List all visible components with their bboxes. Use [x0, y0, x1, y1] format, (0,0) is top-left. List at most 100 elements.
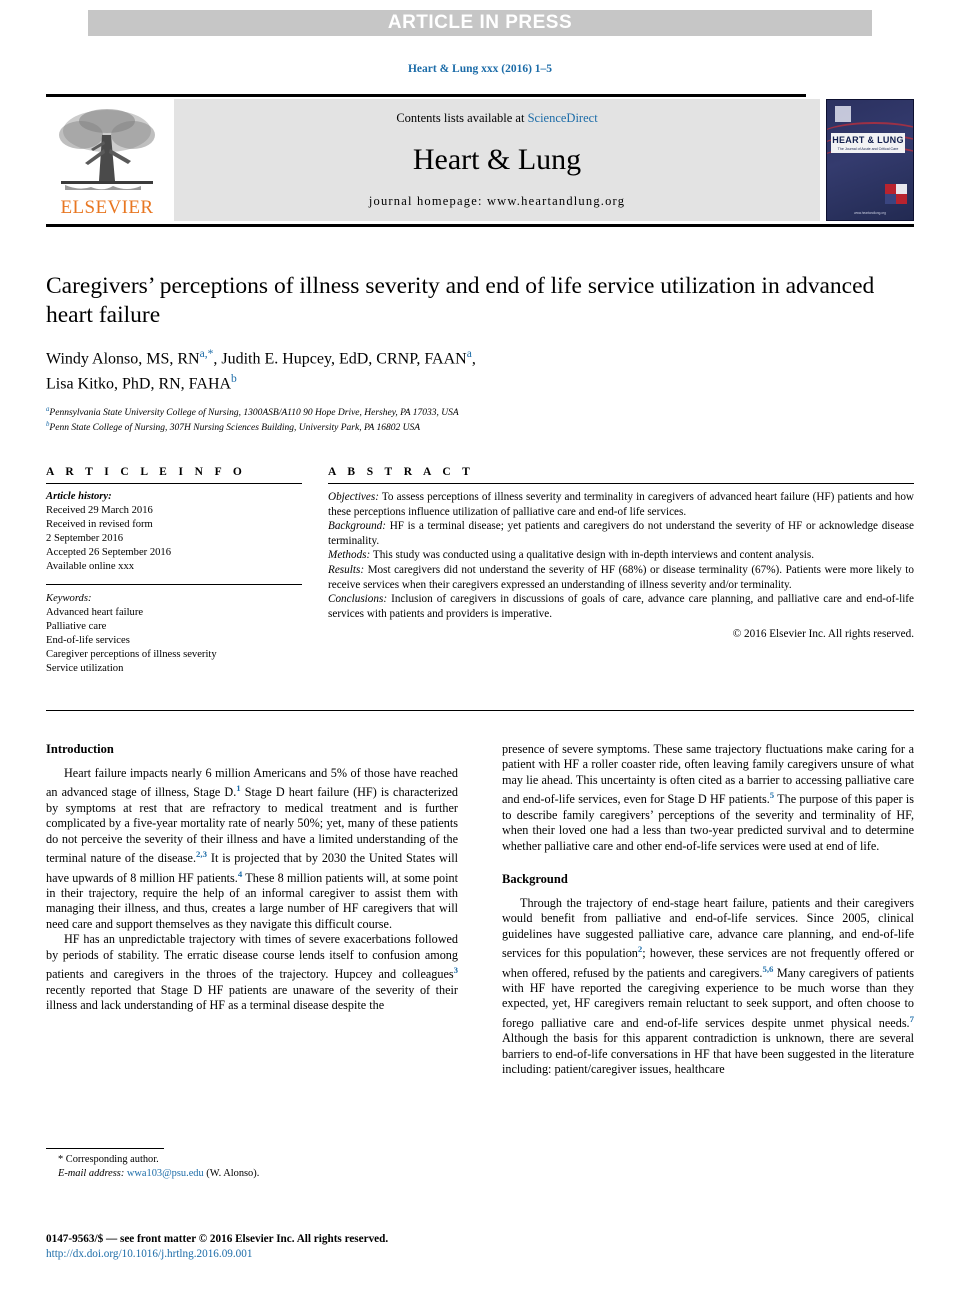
section-heading-background: Background — [502, 871, 568, 886]
abstract-section: Methods: This study was conducted using … — [328, 549, 814, 561]
footnote-rule — [46, 1148, 164, 1149]
author-3: Lisa Kitko, PhD, RN, FAHA — [46, 375, 232, 393]
elsevier-logo: ELSEVIER — [46, 99, 168, 221]
cover-subtitle-text: The Journal of Acute and Critical Care — [837, 147, 899, 151]
abstract-label-objectives: Objectives: — [328, 491, 379, 503]
abstract-body: Objectives: To assess perceptions of ill… — [328, 490, 914, 621]
page-footer: 0147-9563/$ — see front matter © 2016 El… — [46, 1232, 606, 1262]
author-2: , Judith E. Hupcey, EdD, CRNP, FAAN — [213, 350, 467, 368]
paragraph-intro-continued: presence of severe symptoms. These same … — [502, 742, 914, 854]
abstract-text-methods: This study was conducted using a qualita… — [370, 549, 815, 562]
history-item: Available online xxx — [46, 561, 135, 572]
email-link[interactable]: wwa103@psu.edu — [127, 1168, 204, 1179]
abstract-text-conclusions: Inclusion of caregivers in discussions o… — [328, 593, 914, 620]
section-heading-introduction: Introduction — [46, 742, 114, 756]
citation-ref-2-3[interactable]: 2,3 — [196, 849, 207, 859]
abstract-section: Conclusions: Inclusion of caregivers in … — [328, 593, 914, 620]
keyword-item: Service utilization — [46, 663, 124, 674]
keywords-block: Keywords: Advanced heart failure Palliat… — [46, 592, 302, 676]
email-label: E-mail address: — [58, 1167, 125, 1179]
body-columns: Introduction Heart failure impacts nearl… — [46, 742, 914, 1078]
abstract-label-background: Background: — [328, 520, 386, 533]
doi-link[interactable]: http://dx.doi.org/10.1016/j.hrtlng.2016.… — [46, 1247, 606, 1262]
corresponding-author-line: * Corresponding author. — [58, 1154, 159, 1165]
paragraph-intro-2: HF has an unpredictable trajectory with … — [46, 932, 458, 1013]
citation-ref-7[interactable]: 7 — [910, 1014, 914, 1024]
cover-title-banner: HEART & LUNG The Journal of Acute and Cr… — [831, 133, 905, 153]
journal-band: Contents lists available at ScienceDirec… — [174, 99, 820, 221]
elsevier-wordmark: ELSEVIER — [60, 197, 154, 218]
cover-swatch-block — [885, 184, 907, 204]
keywords-rule — [46, 584, 302, 585]
abstract-bottom-rule — [46, 710, 914, 711]
column-gap — [302, 466, 328, 676]
abstract-section: Background: HF is a terminal disease; ye… — [328, 520, 914, 547]
abstract-heading: A B S T R A C T — [328, 466, 475, 478]
abstract-text-objectives: To assess perceptions of illness severit… — [328, 491, 914, 518]
email-owner: (W. Alonso). — [203, 1167, 260, 1179]
contents-lists-prefix: Contents lists available at — [396, 111, 528, 125]
citation-ref-5-6[interactable]: 5,6 — [762, 964, 773, 974]
history-item: Received in revised form — [46, 519, 153, 530]
history-item: Accepted 26 September 2016 — [46, 547, 172, 558]
abstract-rule — [328, 483, 914, 484]
masthead-top-rule — [46, 94, 806, 97]
article-history-label: Article history: — [46, 491, 112, 502]
abstract-text-background: HF is a terminal disease; yet patients a… — [328, 520, 914, 547]
article-in-press-banner: ARTICLE IN PRESS — [88, 10, 872, 36]
keyword-item: Advanced heart failure — [46, 607, 144, 618]
body-column-left: Introduction Heart failure impacts nearl… — [46, 742, 458, 1078]
cover-url-text: www.heartandlung.org — [854, 211, 886, 215]
masthead-bottom-rule — [46, 224, 914, 227]
cover-title-text: HEART & LUNG — [832, 135, 904, 145]
journal-title: Heart & Lung — [412, 143, 582, 176]
affiliation-b-text: Penn State College of Nursing, 307H Nurs… — [49, 423, 421, 434]
history-item: Received 29 March 2016 — [46, 505, 153, 516]
title-block: Caregivers’ perceptions of illness sever… — [46, 272, 914, 435]
affiliation-b: bPenn State College of Nursing, 307H Nur… — [46, 419, 914, 435]
author-separator: , — [471, 350, 476, 368]
abstract-label-methods: Methods: — [328, 549, 371, 562]
abstract-label-conclusions: Conclusions: — [328, 593, 388, 606]
info-abstract-region: A R T I C L E I N F O Article history: R… — [46, 466, 914, 676]
article-history-block: Article history: Received 29 March 2016 … — [46, 490, 302, 574]
cover-elsevier-mark-icon — [835, 106, 851, 122]
body-column-right: presence of severe symptoms. These same … — [502, 742, 914, 1078]
intro-p2-text-b: recently reported that Stage D HF patien… — [46, 982, 458, 1012]
abstract-section: Results: Most caregivers did not underst… — [328, 564, 914, 591]
keywords-label: Keywords: — [46, 593, 92, 604]
article-info-heading: A R T I C L E I N F O — [46, 466, 247, 478]
page-title: Caregivers’ perceptions of illness sever… — [46, 273, 875, 328]
contents-lists-line: Contents lists available at ScienceDirec… — [396, 111, 597, 126]
bg-p1-text-d: Although the basis for this apparent con… — [502, 1031, 914, 1077]
issn-copyright-line: 0147-9563/$ — see front matter © 2016 El… — [46, 1233, 389, 1245]
email-line: E-mail address: wwa103@psu.edu (W. Alons… — [46, 1167, 458, 1181]
journal-masthead: ELSEVIER Contents lists available at Sci… — [46, 94, 914, 227]
author-3-affiliation-marker[interactable]: b — [231, 373, 237, 385]
affiliations: aPennsylvania State University College o… — [46, 404, 914, 435]
keyword-item: Palliative care — [46, 621, 107, 632]
journal-homepage-link[interactable]: journal homepage: www.heartandlung.org — [369, 194, 625, 209]
keyword-item: Caregiver perceptions of illness severit… — [46, 649, 217, 660]
author-1: Windy Alonso, MS, RN — [46, 350, 200, 368]
elsevier-tree-icon — [59, 109, 155, 190]
abstract-section: Objectives: To assess perceptions of ill… — [328, 491, 914, 518]
intro-p2-text-a: HF has an unpredictable trajectory with … — [46, 932, 458, 982]
abstract-label-results: Results: — [328, 563, 365, 576]
article-info-rule — [46, 483, 302, 484]
abstract-column: A B S T R A C T Objectives: To assess pe… — [328, 466, 914, 676]
abstract-copyright: © 2016 Elsevier Inc. All rights reserved… — [732, 628, 914, 641]
paragraph-background-1: Through the trajectory of end-stage hear… — [502, 896, 914, 1078]
article-info-column: A R T I C L E I N F O Article history: R… — [46, 466, 302, 676]
keyword-item: End-of-life services — [46, 635, 130, 646]
body-column-gap — [458, 742, 502, 1078]
sciencedirect-link[interactable]: ScienceDirect — [528, 111, 598, 125]
history-item: 2 September 2016 — [46, 533, 124, 544]
author-1-affiliation-marker[interactable]: a,* — [200, 348, 214, 360]
affiliation-a: aPennsylvania State University College o… — [46, 404, 914, 420]
running-head: Heart & Lung xxx (2016) 1–5 — [407, 63, 553, 75]
journal-cover-thumbnail: HEART & LUNG The Journal of Acute and Cr… — [826, 99, 914, 221]
author-list: Windy Alonso, MS, RNa,*, Judith E. Hupce… — [46, 344, 914, 395]
corresponding-author-footnote: * Corresponding author. E-mail address: … — [46, 1148, 458, 1180]
abstract-text-results: Most caregivers did not understand the s… — [328, 563, 914, 591]
